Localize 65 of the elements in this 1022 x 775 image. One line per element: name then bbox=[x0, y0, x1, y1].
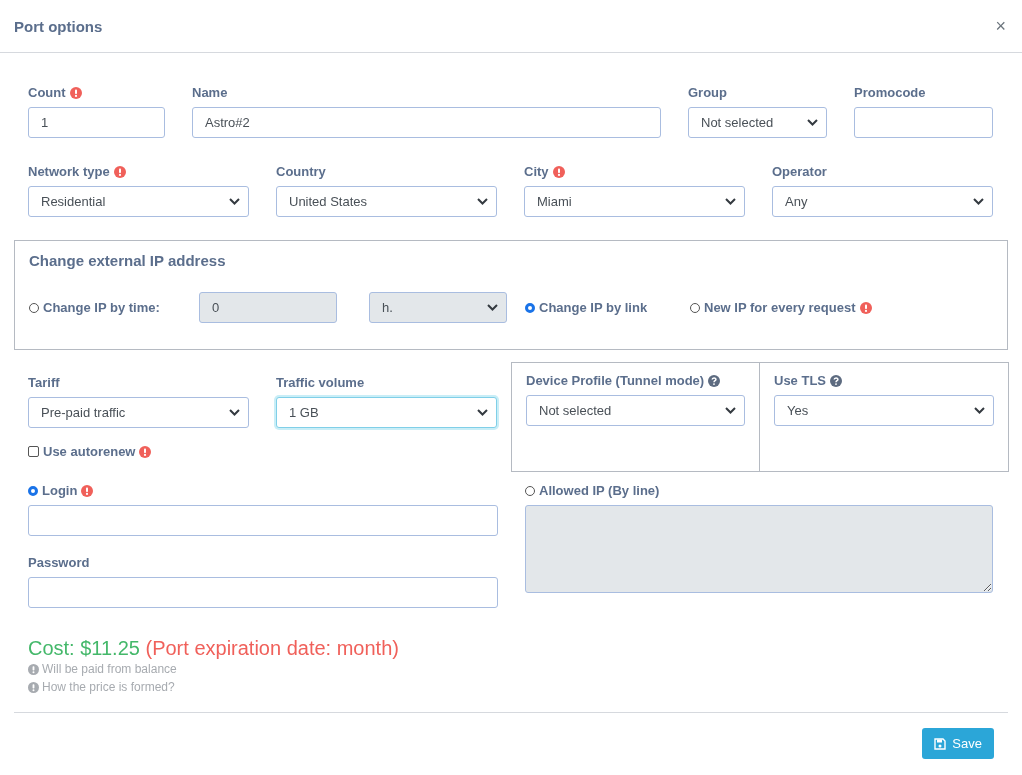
option-label: Change IP by link bbox=[539, 300, 648, 315]
field-label: Promocode bbox=[854, 85, 926, 100]
field-label: Use TLS bbox=[774, 373, 826, 388]
chevron-icon bbox=[487, 304, 498, 311]
dialog-title: Port options bbox=[14, 17, 103, 35]
note-text: How the price is formed? bbox=[42, 680, 175, 694]
chevron-icon bbox=[725, 198, 736, 205]
help-icon bbox=[830, 374, 842, 387]
expiration-text: (Port expiration date: month) bbox=[145, 637, 399, 659]
option-label: Allowed IP (By line) bbox=[539, 483, 660, 498]
radio-button[interactable] bbox=[29, 302, 39, 313]
chevron-icon bbox=[477, 409, 488, 416]
chevron-icon bbox=[477, 198, 488, 205]
info-icon bbox=[28, 663, 39, 675]
option-label: Change IP by time: bbox=[43, 300, 160, 315]
field-label: Password bbox=[28, 555, 90, 570]
field-label: Count bbox=[28, 85, 66, 100]
close-button[interactable]: × bbox=[993, 15, 1008, 37]
field-label: Tariff bbox=[28, 375, 60, 390]
warning-icon bbox=[552, 165, 565, 178]
radio-button[interactable] bbox=[28, 485, 38, 496]
option-label: New IP for every request bbox=[704, 300, 856, 315]
dropdown[interactable]: Not selected bbox=[526, 395, 745, 426]
cost-text: Cost: $11.25 bbox=[28, 637, 140, 659]
warning-icon bbox=[81, 484, 94, 497]
dropdown[interactable]: Any bbox=[772, 186, 993, 217]
chevron-icon bbox=[974, 407, 985, 414]
field-label: Country bbox=[276, 164, 326, 179]
text-field[interactable]: 1 bbox=[28, 107, 165, 138]
option-label: Login bbox=[42, 483, 78, 498]
warning-icon bbox=[859, 301, 872, 314]
chevron-icon bbox=[229, 409, 240, 416]
chevron-icon bbox=[973, 198, 984, 205]
panel-title: Change external IP address bbox=[29, 252, 227, 269]
warning-icon bbox=[69, 86, 82, 99]
field-label: Name bbox=[192, 85, 228, 100]
login-field[interactable] bbox=[28, 505, 498, 536]
chevron-icon bbox=[725, 407, 736, 414]
warning-icon bbox=[113, 165, 126, 178]
help-icon bbox=[708, 374, 721, 387]
text-field[interactable]: Astro#2 bbox=[192, 107, 661, 138]
dropdown[interactable]: Pre-paid traffic bbox=[28, 397, 249, 428]
field-label: Traffic volume bbox=[276, 375, 365, 390]
chevron-icon bbox=[229, 198, 240, 205]
chevron-icon bbox=[807, 119, 818, 126]
field-label: Network type bbox=[28, 164, 110, 179]
dropdown[interactable]: Not selected bbox=[688, 107, 827, 138]
dropdown[interactable]: 1 GB bbox=[276, 397, 497, 428]
dropdown[interactable]: Yes bbox=[774, 395, 994, 426]
field-label: City bbox=[524, 164, 549, 179]
field-label: Device Profile (Tunnel mode) bbox=[526, 373, 705, 388]
info-icon bbox=[28, 681, 39, 693]
note-text: Will be paid from balance bbox=[42, 662, 177, 676]
radio-button[interactable] bbox=[690, 302, 700, 313]
dropdown[interactable]: United States bbox=[276, 186, 497, 217]
checkbox-label: Use autorenew bbox=[43, 444, 136, 459]
field-label: Group bbox=[688, 85, 727, 100]
warning-icon bbox=[139, 445, 152, 458]
dropdown[interactable]: Residential bbox=[28, 186, 249, 217]
field-label: Operator bbox=[772, 164, 827, 179]
text-field[interactable] bbox=[854, 107, 993, 138]
dropdown[interactable]: Miami bbox=[524, 186, 745, 217]
radio-button[interactable] bbox=[525, 302, 535, 313]
password-field[interactable] bbox=[28, 577, 498, 608]
checkbox[interactable] bbox=[28, 446, 39, 457]
